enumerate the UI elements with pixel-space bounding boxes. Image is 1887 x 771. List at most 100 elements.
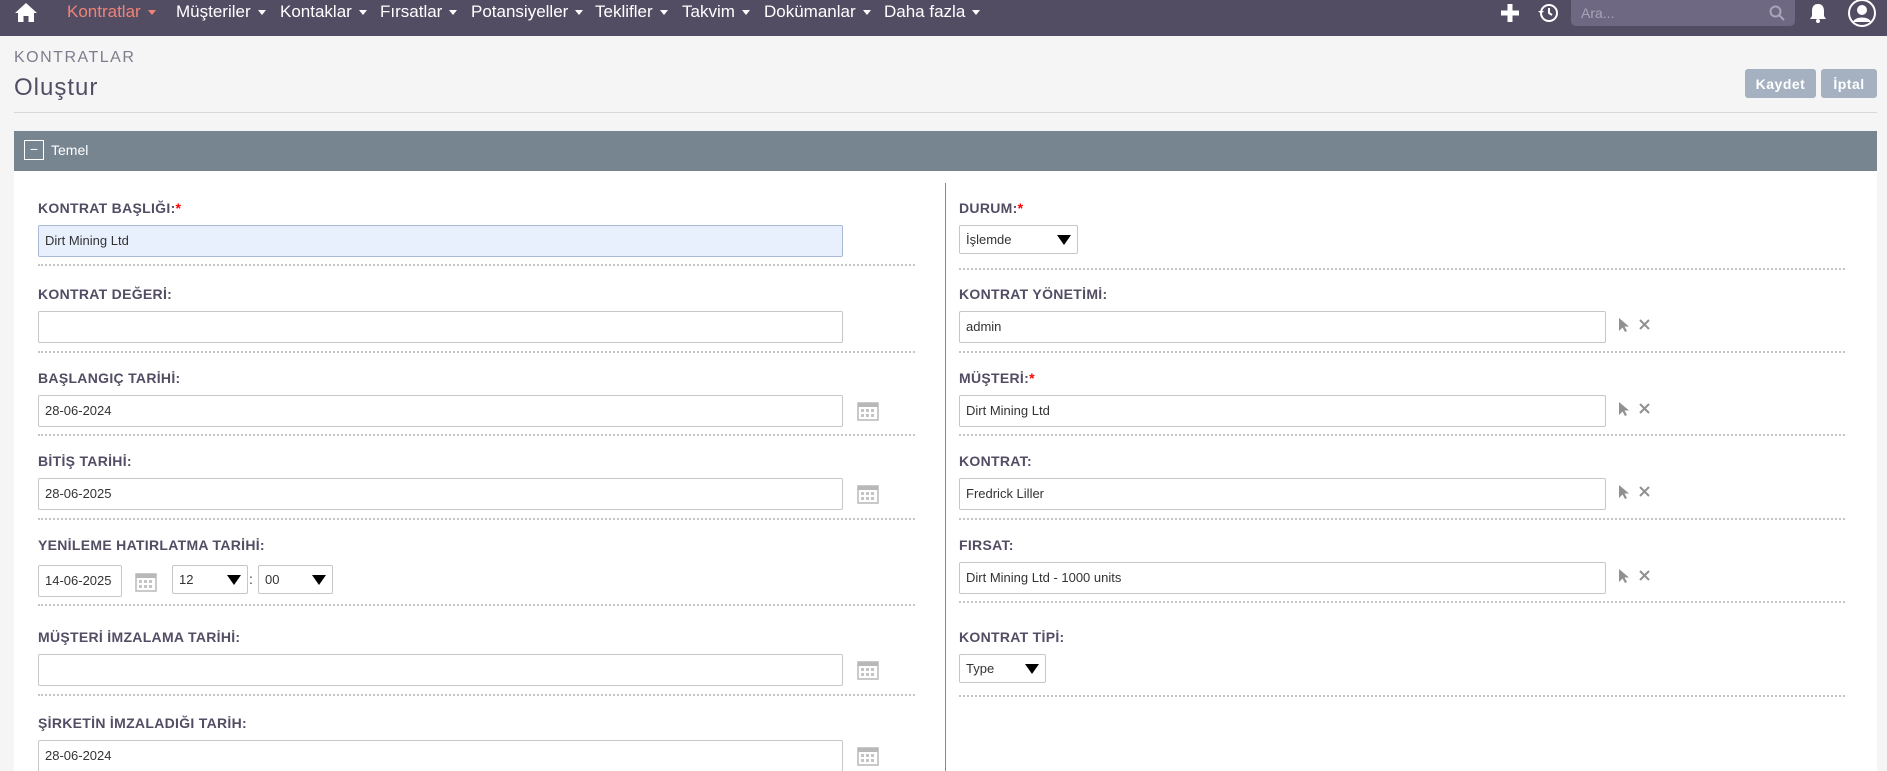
save-button[interactable]: Kaydet: [1745, 69, 1816, 98]
collapse-icon[interactable]: −: [24, 140, 44, 160]
nav-item-label: Müşteriler: [176, 2, 251, 21]
contract-value-input[interactable]: [38, 311, 843, 343]
nav-item-kontratlar[interactable]: Kontratlar: [67, 1, 156, 23]
select-value: İşlemde: [966, 232, 1012, 247]
chevron-down-icon: [741, 10, 750, 16]
contact-input[interactable]: Fredrick Liller: [959, 478, 1606, 510]
nav-item-kontaklar[interactable]: Kontaklar: [280, 1, 367, 23]
renewal-reminder-date-input[interactable]: 14-06-2025: [38, 565, 122, 597]
end-date-label: BİTİŞ TARİHİ:: [38, 453, 132, 469]
select-value: 00: [265, 572, 280, 587]
start-date-label: BAŞLANGIÇ TARİHİ:: [38, 370, 181, 386]
select-pointer-icon[interactable]: [1617, 568, 1631, 589]
chevron-down-icon: [862, 10, 871, 16]
nav-item-takvim[interactable]: Takvim: [682, 1, 750, 23]
contract-manager-input[interactable]: admin: [959, 311, 1606, 343]
plus-icon[interactable]: [1499, 2, 1521, 29]
end-date-input[interactable]: 28-06-2025: [38, 478, 843, 510]
contract-title-label: KONTRAT BAŞLIĞI:*: [38, 200, 181, 216]
start-date-input[interactable]: 28-06-2024: [38, 395, 843, 427]
customer-signed-date-label: MÜŞTERİ İMZALAMA TARİHİ:: [38, 629, 241, 645]
hour-select[interactable]: 12: [172, 565, 248, 594]
required-marker: *: [1017, 200, 1024, 216]
contract-type-select[interactable]: Type: [959, 654, 1046, 683]
field-separator: [959, 695, 1845, 697]
panel-title: Temel: [51, 142, 89, 158]
company-signed-date-input[interactable]: 28-06-2024: [38, 740, 843, 771]
status-label: DURUM:*: [959, 200, 1023, 216]
chevron-down-icon: [972, 10, 981, 16]
field-separator: [959, 518, 1845, 520]
field-separator: [38, 694, 915, 696]
nav-item-potansiyeller[interactable]: Potansiyeller: [471, 1, 584, 23]
nav-item-label: Dokümanlar: [764, 2, 856, 21]
field-separator: [38, 434, 915, 436]
nav-item-teklifler[interactable]: Teklifler: [595, 1, 668, 23]
clear-icon[interactable]: [1638, 318, 1651, 336]
dropdown-arrow-icon: [1025, 664, 1039, 674]
minute-select[interactable]: 00: [258, 565, 333, 594]
field-separator: [959, 268, 1845, 270]
customer-label: MÜŞTERİ:*: [959, 370, 1035, 386]
opportunity-label: FIRSAT:: [959, 537, 1014, 553]
page-title: Oluştur: [14, 74, 99, 101]
search-icon[interactable]: [1769, 5, 1785, 26]
module-title: KONTRATLAR: [14, 49, 136, 66]
nav-item-musteriler[interactable]: Müşteriler: [176, 1, 266, 23]
nav-item-label: Takvim: [682, 2, 735, 21]
calendar-icon[interactable]: [857, 659, 879, 686]
contract-title-input[interactable]: Dirt Mining Ltd: [38, 225, 843, 257]
field-separator: [38, 518, 915, 520]
select-pointer-icon[interactable]: [1617, 401, 1631, 422]
label-text: DURUM:: [959, 200, 1018, 216]
bell-icon[interactable]: [1808, 2, 1828, 29]
history-icon[interactable]: [1537, 2, 1559, 29]
nav-item-firsatlar[interactable]: Fırsatlar: [380, 1, 458, 23]
cancel-button[interactable]: İptal: [1821, 69, 1877, 98]
chevron-down-icon: [449, 10, 458, 16]
clear-icon[interactable]: [1638, 569, 1651, 587]
calendar-icon[interactable]: [135, 571, 157, 598]
required-marker: *: [175, 200, 182, 216]
calendar-icon[interactable]: [857, 483, 879, 510]
renewal-reminder-label: YENİLEME HATIRLATMA TARİHİ:: [38, 537, 265, 553]
user-icon[interactable]: [1847, 0, 1877, 33]
calendar-icon[interactable]: [857, 400, 879, 427]
top-navigation-bar: Kontratlar Müşteriler Kontaklar Fırsatla…: [0, 0, 1887, 36]
clear-icon[interactable]: [1638, 402, 1651, 420]
field-separator: [959, 351, 1845, 353]
home-icon[interactable]: [14, 2, 38, 24]
contact-label: KONTRAT:: [959, 453, 1032, 469]
status-select[interactable]: İşlemde: [959, 225, 1078, 254]
field-separator: [959, 434, 1845, 436]
calendar-icon[interactable]: [857, 745, 879, 771]
company-signed-date-label: ŞİRKETİN İMZALADIĞI TARİH:: [38, 715, 247, 731]
panel-header-temel[interactable]: − Temel: [14, 131, 1877, 171]
dropdown-arrow-icon: [1057, 235, 1071, 245]
nav-item-label: Kontratlar: [67, 2, 141, 21]
field-separator: [959, 601, 1845, 603]
customer-input[interactable]: Dirt Mining Ltd: [959, 395, 1606, 427]
column-divider: [945, 183, 946, 771]
nav-item-daha-fazla[interactable]: Daha fazla: [884, 1, 981, 23]
opportunity-input[interactable]: Dirt Mining Ltd - 1000 units: [959, 562, 1606, 594]
clear-icon[interactable]: [1638, 485, 1651, 503]
nav-item-label: Fırsatlar: [380, 2, 443, 21]
nav-item-label: Teklifler: [595, 2, 653, 21]
field-separator: [38, 264, 915, 266]
header-divider: [14, 112, 1877, 113]
search-input[interactable]: [1581, 3, 1761, 23]
chevron-down-icon: [575, 10, 584, 16]
field-separator: [38, 604, 915, 606]
customer-signed-date-input[interactable]: [38, 654, 843, 686]
select-pointer-icon[interactable]: [1617, 484, 1631, 505]
time-separator: :: [249, 571, 253, 587]
contract-manager-label: KONTRAT YÖNETİMİ:: [959, 286, 1108, 302]
label-text: KONTRAT BAŞLIĞI:: [38, 200, 176, 216]
select-pointer-icon[interactable]: [1617, 317, 1631, 338]
search-box: [1571, 0, 1795, 26]
nav-item-dokumanlar[interactable]: Dokümanlar: [764, 1, 871, 23]
select-value: 12: [179, 572, 194, 587]
nav-item-label: Daha fazla: [884, 2, 966, 21]
nav-item-label: Potansiyeller: [471, 2, 569, 21]
